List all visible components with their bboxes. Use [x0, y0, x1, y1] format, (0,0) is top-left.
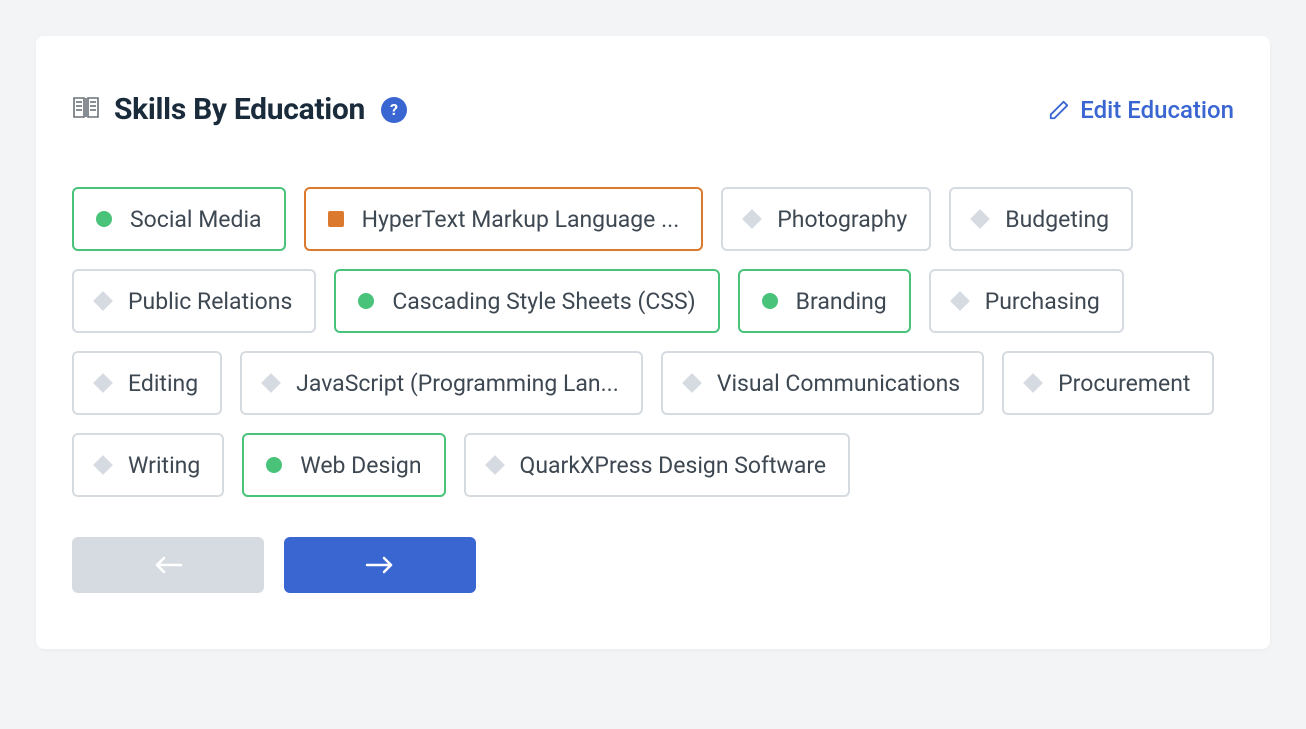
skill-pill[interactable]: JavaScript (Programming Lan... — [240, 351, 643, 415]
help-icon[interactable]: ? — [381, 97, 407, 123]
skill-label: Writing — [128, 452, 200, 479]
skill-pill[interactable]: Web Design — [242, 433, 445, 497]
edit-education-link[interactable]: Edit Education — [1048, 96, 1234, 124]
circle-marker-icon — [266, 457, 282, 473]
arrow-left-icon — [151, 555, 185, 575]
card-title: Skills By Education — [114, 92, 365, 127]
skill-pill[interactable]: Social Media — [72, 187, 286, 251]
edit-education-label: Edit Education — [1080, 96, 1234, 124]
diamond-marker-icon — [950, 291, 970, 311]
skill-pill[interactable]: Branding — [738, 269, 911, 333]
skill-label: Public Relations — [128, 288, 292, 315]
skill-pill[interactable]: Photography — [721, 187, 931, 251]
skill-pill[interactable]: HyperText Markup Language ... — [304, 187, 704, 251]
circle-marker-icon — [762, 293, 778, 309]
skill-pill[interactable]: QuarkXPress Design Software — [464, 433, 851, 497]
diamond-marker-icon — [93, 455, 113, 475]
skill-label: Budgeting — [1005, 206, 1109, 233]
skill-label: Web Design — [300, 452, 421, 479]
skill-label: QuarkXPress Design Software — [520, 452, 827, 479]
skill-pill[interactable]: Budgeting — [949, 187, 1133, 251]
skill-label: Photography — [777, 206, 907, 233]
skill-pill[interactable]: Visual Communications — [661, 351, 984, 415]
skills-card: Skills By Education ? Edit Education Soc… — [36, 36, 1270, 649]
skill-pill[interactable]: Public Relations — [72, 269, 316, 333]
skill-pill[interactable]: Purchasing — [929, 269, 1124, 333]
skill-pill[interactable]: Procurement — [1002, 351, 1214, 415]
header-left: Skills By Education ? — [72, 92, 407, 127]
skill-label: Branding — [796, 288, 887, 315]
square-marker-icon — [328, 211, 344, 227]
prev-button[interactable] — [72, 537, 264, 593]
skill-label: HyperText Markup Language ... — [362, 206, 680, 233]
skill-label: Social Media — [130, 206, 262, 233]
diamond-marker-icon — [485, 455, 505, 475]
next-button[interactable] — [284, 537, 476, 593]
diamond-marker-icon — [261, 373, 281, 393]
diamond-marker-icon — [682, 373, 702, 393]
skill-pill[interactable]: Cascading Style Sheets (CSS) — [334, 269, 719, 333]
diamond-marker-icon — [970, 209, 990, 229]
diamond-marker-icon — [93, 373, 113, 393]
skill-label: Purchasing — [985, 288, 1100, 315]
skills-list: Social Media HyperText Markup Language ..… — [72, 187, 1234, 497]
skill-label: Cascading Style Sheets (CSS) — [392, 288, 695, 315]
pencil-icon — [1048, 99, 1070, 121]
diamond-marker-icon — [93, 291, 113, 311]
diamond-marker-icon — [742, 209, 762, 229]
skill-label: Procurement — [1058, 370, 1190, 397]
skill-label: Visual Communications — [717, 370, 960, 397]
diamond-marker-icon — [1023, 373, 1043, 393]
circle-marker-icon — [96, 211, 112, 227]
pagination-nav — [72, 537, 1234, 593]
book-icon — [72, 95, 100, 125]
arrow-right-icon — [363, 555, 397, 575]
skill-label: Editing — [128, 370, 198, 397]
skill-label: JavaScript (Programming Lan... — [296, 370, 619, 397]
card-header: Skills By Education ? Edit Education — [72, 92, 1234, 127]
skill-pill[interactable]: Editing — [72, 351, 222, 415]
circle-marker-icon — [358, 293, 374, 309]
skill-pill[interactable]: Writing — [72, 433, 224, 497]
